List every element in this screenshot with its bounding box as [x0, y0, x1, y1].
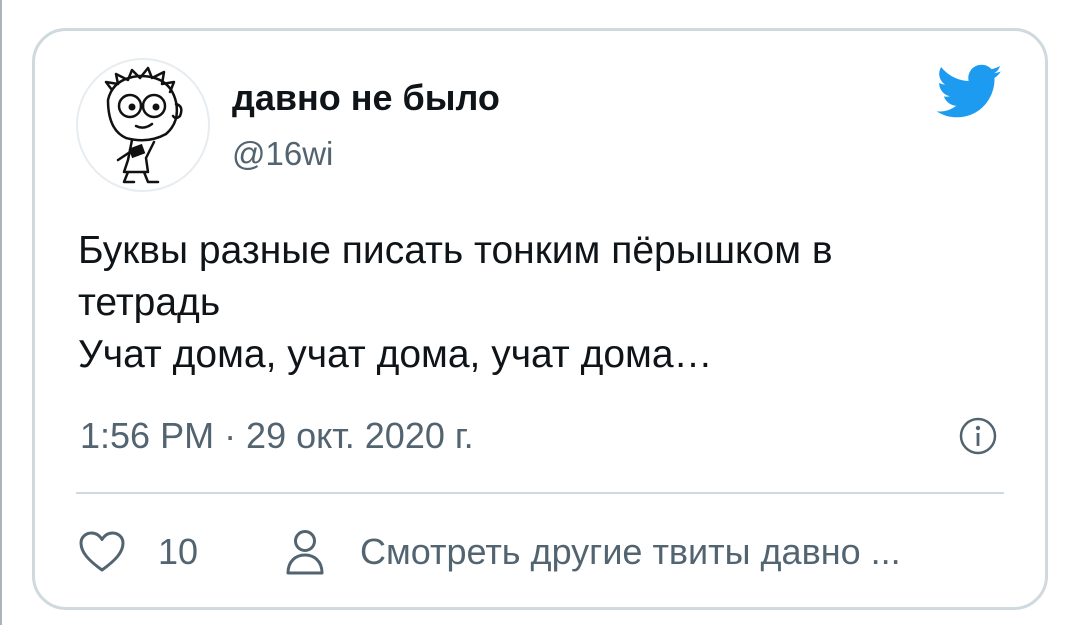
person-icon[interactable] [283, 528, 327, 578]
heart-icon[interactable] [78, 530, 126, 574]
tweet-text: Буквы разные писать тонким пёрышком в те… [78, 225, 998, 381]
author-handle[interactable]: @16wi [232, 133, 333, 175]
tweet-text-line: тетрадь [78, 281, 221, 324]
tweet-text-line: Буквы разные писать тонким пёрышком в [78, 229, 833, 272]
like-count[interactable]: 10 [158, 530, 198, 574]
author-name[interactable]: давно не было [232, 76, 500, 120]
page: давно не было @16wi Буквы разные писать … [0, 0, 1080, 625]
tweet-timestamp[interactable]: 1:56 PM · 29 окт. 2020 г. [80, 414, 474, 458]
twitter-bird-icon[interactable] [937, 64, 1003, 120]
info-icon[interactable] [958, 416, 998, 456]
tweet-text-line: Учат дома, учат дома, учат дома… [78, 333, 713, 376]
avatar-drawing [104, 66, 183, 184]
more-tweets-link[interactable]: Смотреть другие твиты давно ... [360, 530, 901, 574]
divider [76, 492, 1004, 494]
screen-edge [0, 0, 2, 625]
avatar[interactable] [76, 58, 210, 192]
